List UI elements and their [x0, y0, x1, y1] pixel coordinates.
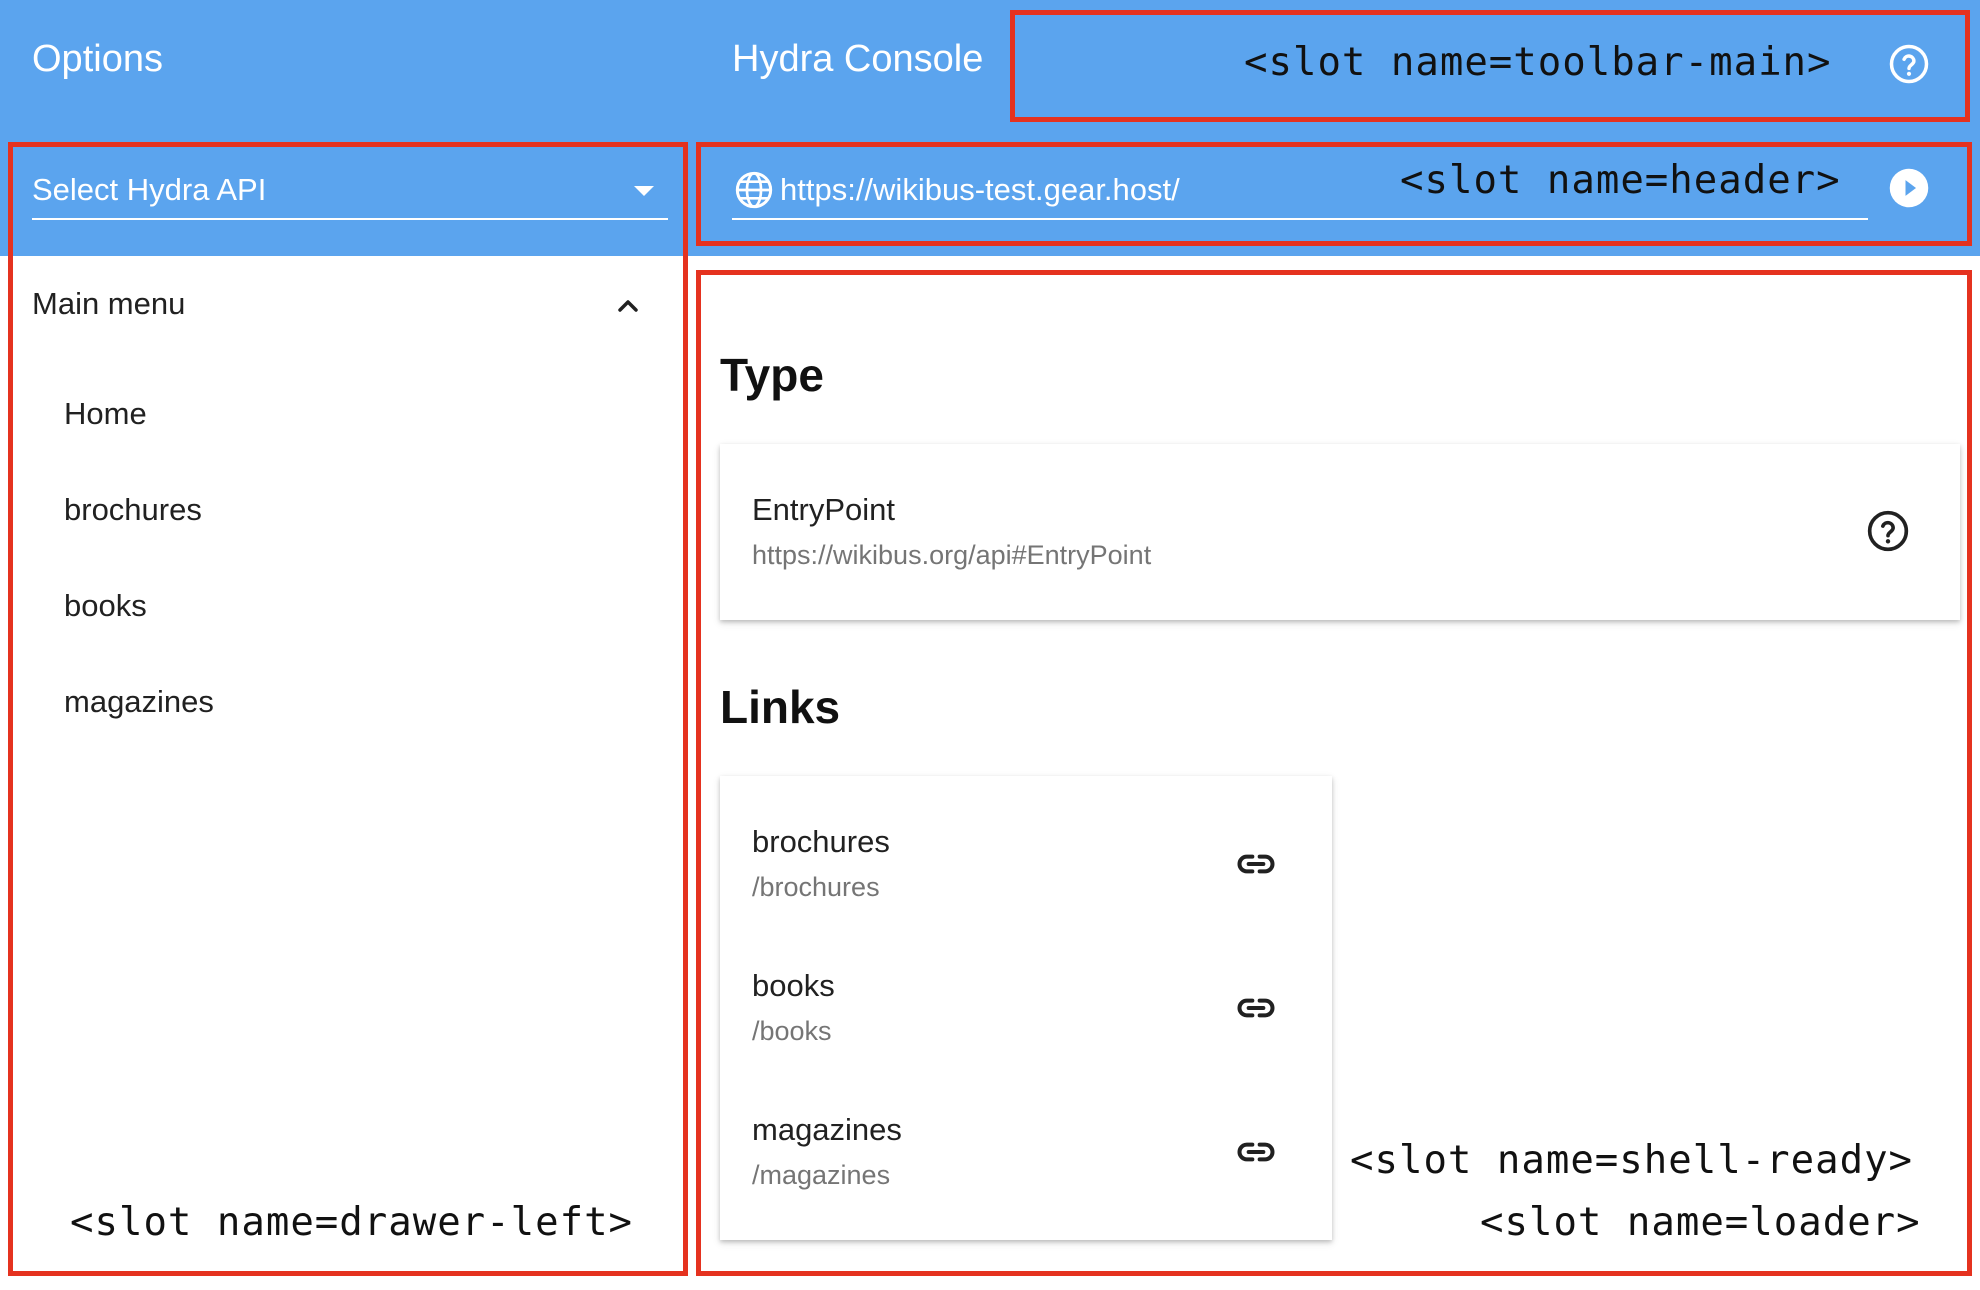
type-card: EntryPoint https://wikibus.org/api#Entry…: [720, 444, 1960, 620]
link-path: /books: [752, 1016, 832, 1046]
slot-loader-label: <slot name=loader>: [1480, 1200, 1921, 1245]
menu-item-brochures[interactable]: brochures: [64, 492, 202, 528]
slot-toolbar-main-label: <slot name=toolbar-main>: [1244, 40, 1832, 85]
globe-icon: [735, 171, 773, 209]
chevron-down-icon: [634, 186, 654, 196]
slot-header-label: <slot name=header>: [1400, 158, 1841, 203]
help-circle-icon[interactable]: [1866, 509, 1910, 553]
menu-item-magazines[interactable]: magazines: [64, 684, 214, 720]
type-card-title: EntryPoint: [752, 492, 896, 527]
api-select-label: Select Hydra API: [32, 172, 267, 207]
type-card-subtitle: https://wikibus.org/api#EntryPoint: [752, 540, 1152, 570]
menu-item-books[interactable]: books: [64, 588, 147, 624]
api-url-input[interactable]: https://wikibus-test.gear.host/: [780, 172, 1180, 208]
link-row-books[interactable]: books /books: [720, 944, 1332, 1072]
top-toolbar: Options Hydra Console <slot name=toolbar…: [0, 0, 1980, 130]
hydra-api-select[interactable]: Select Hydra API: [32, 160, 668, 220]
link-title: magazines: [752, 1112, 902, 1147]
link-icon[interactable]: [1234, 986, 1278, 1030]
link-icon[interactable]: [1234, 842, 1278, 886]
link-row-brochures[interactable]: brochures /brochures: [720, 800, 1332, 928]
options-title: Options: [32, 38, 163, 80]
api-url-field[interactable]: https://wikibus-test.gear.host/ <slot na…: [732, 158, 1868, 220]
app-title: Hydra Console: [732, 38, 984, 80]
link-path: /magazines: [752, 1160, 891, 1190]
links-heading: Links: [720, 681, 841, 733]
menu-item-home[interactable]: Home: [64, 396, 147, 432]
slot-shell-ready-label: <slot name=shell-ready>: [1350, 1138, 1914, 1183]
link-row-magazines[interactable]: magazines /magazines: [720, 1088, 1332, 1216]
type-heading: Type: [720, 349, 824, 401]
play-circle-icon[interactable]: [1888, 167, 1930, 209]
main-menu-header[interactable]: Main menu: [32, 286, 185, 322]
link-path: /brochures: [752, 872, 880, 902]
slot-drawer-left-label: <slot name=drawer-left>: [70, 1200, 634, 1245]
help-circle-icon[interactable]: [1888, 43, 1930, 85]
link-title: books: [752, 968, 835, 1003]
link-title: brochures: [752, 824, 890, 859]
chevron-up-icon[interactable]: [612, 290, 644, 322]
links-card: brochures /brochures books /books magazi…: [720, 776, 1332, 1240]
link-icon[interactable]: [1234, 1130, 1278, 1174]
